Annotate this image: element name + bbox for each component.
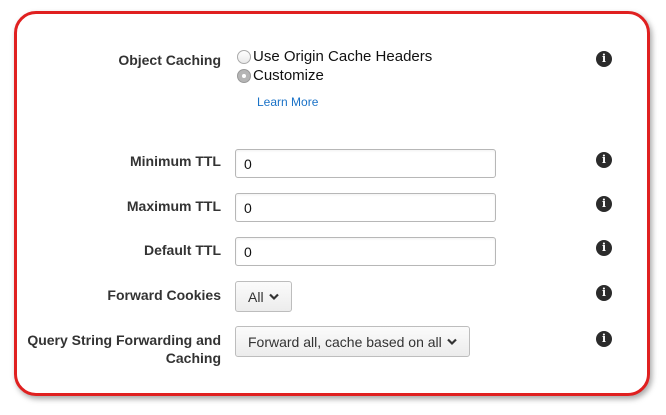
label-line-2: Caching [165,350,221,366]
dropdown-value: All [248,288,264,305]
object-caching-label: Object Caching [118,52,221,68]
info-icon[interactable]: i [596,285,612,301]
info-icon[interactable]: i [596,51,612,67]
query-string-forwarding-dropdown[interactable]: Forward all, cache based on all [235,326,470,357]
radio-label: Use Origin Cache Headers [253,48,433,65]
chevron-down-icon [447,338,457,346]
minimum-ttl-label: Minimum TTL [130,153,221,169]
learn-more-link[interactable]: Learn More [257,95,318,109]
maximum-ttl-label: Maximum TTL [126,198,221,214]
forward-cookies-label: Forward Cookies [107,287,221,303]
info-icon[interactable]: i [596,196,612,212]
info-icon[interactable]: i [596,240,612,256]
maximum-ttl-input[interactable] [235,193,496,222]
query-string-forwarding-label: Query String Forwarding and Caching [27,331,221,367]
minimum-ttl-input[interactable] [235,149,496,178]
default-ttl-input[interactable] [235,237,496,266]
info-icon[interactable]: i [596,331,612,347]
forward-cookies-dropdown[interactable]: All [235,281,292,312]
dropdown-value: Forward all, cache based on all [248,333,442,350]
radio-customize[interactable]: Customize [237,67,324,84]
radio-button[interactable] [237,49,251,64]
radio-button-checked[interactable] [237,68,251,83]
radio-label: Customize [253,67,324,84]
chevron-down-icon [268,293,279,301]
label-line-1: Query String Forwarding and [27,332,221,348]
radio-use-origin-cache-headers[interactable]: Use Origin Cache Headers [237,48,432,65]
default-ttl-label: Default TTL [144,242,221,258]
info-icon[interactable]: i [596,152,612,168]
